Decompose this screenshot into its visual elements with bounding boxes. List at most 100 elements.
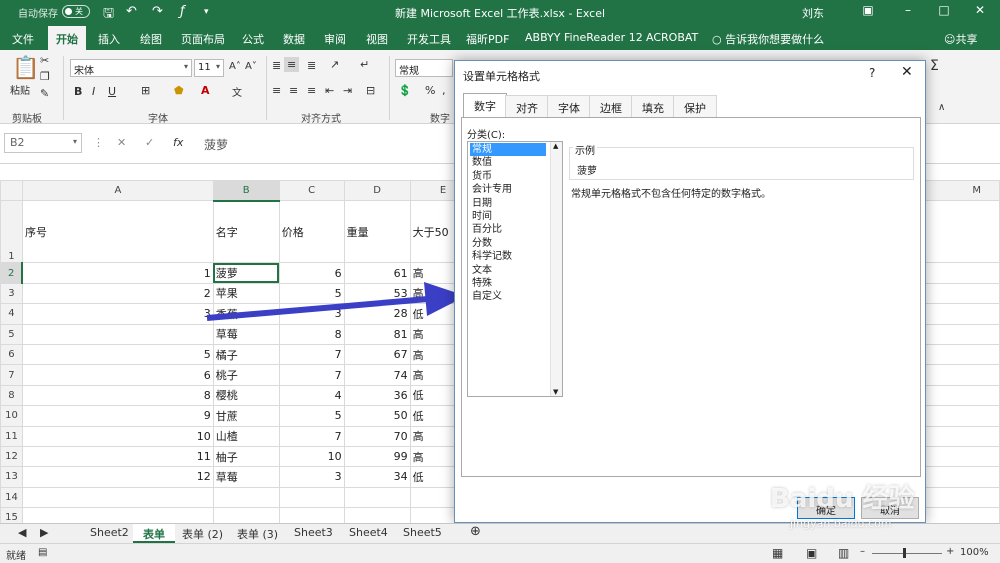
paste-icon[interactable]: 📋 [12, 56, 39, 81]
row-header[interactable]: 12 [0, 445, 23, 468]
cell-b[interactable]: 桃子 [212, 364, 280, 386]
cell-c[interactable]: 7 [278, 364, 345, 386]
sheet-tab[interactable]: Sheet2 [80, 524, 139, 543]
cell-b[interactable]: 橘子 [212, 343, 280, 366]
tab-page-layout[interactable]: 页面布局 [181, 31, 225, 47]
cell-d[interactable]: 53 [343, 282, 411, 305]
user-name[interactable]: 刘东 [802, 5, 824, 21]
cell-c[interactable]: 10 [278, 445, 345, 468]
category-item[interactable]: 日期 [470, 197, 494, 210]
cell-b[interactable]: 甘蔗 [212, 405, 280, 427]
add-sheet-icon[interactable]: ⊕ [466, 524, 485, 543]
cell-d[interactable]: 99 [343, 445, 411, 468]
cell-empty[interactable] [278, 507, 345, 523]
row-header[interactable]: 10 [0, 405, 23, 427]
sheet-tab[interactable]: Sheet5 [393, 524, 452, 543]
confirm-entry-icon[interactable]: ✓ [145, 136, 154, 149]
percent-icon[interactable]: % [425, 84, 435, 97]
zoom-level[interactable]: 100% [960, 547, 989, 558]
cell-empty[interactable] [343, 507, 411, 523]
name-box[interactable]: B2 ▾ [4, 133, 82, 153]
tab-developer[interactable]: 开发工具 [407, 31, 451, 47]
font-color-icon[interactable]: A [201, 84, 210, 97]
bold-icon[interactable]: B [74, 85, 82, 98]
paste-label[interactable]: 粘贴 [10, 82, 30, 97]
tab-alignment[interactable]: 对齐 [505, 95, 549, 117]
cell-b[interactable]: 柚子 [212, 445, 280, 468]
category-item[interactable]: 百分比 [470, 223, 504, 236]
row-header[interactable]: 15 [0, 507, 23, 523]
category-scrollbar[interactable]: ▲ ▼ [550, 142, 562, 396]
formula-content[interactable]: 菠萝 [204, 136, 228, 153]
category-item[interactable]: 时间 [470, 210, 494, 223]
category-item[interactable]: 货币 [470, 170, 494, 183]
cell-a[interactable]: 3 [21, 303, 214, 325]
tab-data[interactable]: 数据 [283, 31, 305, 47]
category-item[interactable]: 特殊 [470, 277, 494, 290]
cell-c[interactable]: 7 [278, 425, 345, 447]
zoom-out-icon[interactable]: – [860, 546, 865, 557]
col-header-d[interactable]: D [343, 180, 411, 202]
tab-view[interactable]: 视图 [366, 31, 388, 47]
scroll-up-icon[interactable]: ▲ [553, 142, 558, 150]
decrease-font-icon[interactable]: A˅ [245, 61, 257, 72]
row-header[interactable]: 3 [0, 282, 23, 305]
copy-icon[interactable]: ❐ [40, 70, 50, 83]
save-icon[interactable]: 🖫 [103, 4, 114, 26]
normal-view-icon[interactable]: ▦ [772, 546, 783, 560]
macro-record-icon[interactable]: ▤ [38, 547, 47, 558]
font-name-select[interactable]: 宋体 ▾ [70, 59, 192, 77]
cell-a[interactable]: 10 [21, 425, 214, 447]
indent-decrease-icon[interactable]: ⇤ [325, 84, 334, 97]
row-header[interactable]: 8 [0, 384, 23, 407]
tab-font[interactable]: 字体 [547, 95, 591, 117]
redo-icon[interactable]: ↷ [152, 4, 163, 19]
cell-d[interactable]: 34 [343, 466, 411, 488]
cell-c1[interactable]: 价格 [278, 200, 345, 264]
align-bottom-icon[interactable]: ≣ [307, 59, 316, 72]
row-header[interactable]: 13 [0, 466, 23, 488]
cell-b[interactable]: 草莓 [212, 466, 280, 488]
cell-a[interactable] [21, 323, 214, 345]
tab-protection[interactable]: 保护 [673, 95, 717, 117]
cell-empty[interactable] [21, 486, 214, 509]
col-header-b[interactable]: B [212, 180, 280, 202]
cell-c[interactable]: 6 [278, 262, 345, 284]
cell-d[interactable]: 81 [343, 323, 411, 345]
cell-a[interactable]: 9 [21, 405, 214, 427]
borders-icon[interactable]: ⊞ [141, 84, 150, 97]
sheet-tab[interactable]: 表单 (2) [172, 524, 233, 543]
cell-c[interactable]: 7 [278, 343, 345, 366]
zoom-slider[interactable] [872, 548, 942, 558]
merge-center-icon[interactable]: ⊟ [366, 84, 375, 97]
cell-d[interactable]: 61 [343, 262, 411, 284]
currency-icon[interactable]: 💲 [398, 84, 412, 97]
increase-font-icon[interactable]: A˄ [229, 61, 241, 72]
sheet-tab[interactable]: Sheet3 [284, 524, 343, 543]
cell-a[interactable]: 1 [21, 262, 214, 284]
sheet-tab[interactable]: 表单 [133, 524, 175, 543]
cell-c[interactable]: 5 [278, 282, 345, 305]
cell-a[interactable]: 8 [21, 384, 214, 407]
cell-b[interactable]: 菠萝 [212, 262, 280, 284]
align-center-icon[interactable]: ≡ [289, 84, 298, 97]
tab-abbyy[interactable]: ABBYY FineReader 12 [525, 31, 643, 44]
cell-empty[interactable] [212, 507, 280, 523]
cell-empty[interactable] [343, 486, 411, 509]
category-list[interactable]: ▲ ▼ 常规 数值 货币 会计专用 日期 时间 百分比 分数 科学记数 文本 特殊 自定义 [467, 141, 563, 397]
maximize-icon[interactable]: □ [934, 3, 954, 17]
row-header[interactable]: 11 [0, 425, 23, 447]
number-format-select[interactable]: 常规 [395, 59, 453, 77]
col-header-a[interactable]: A [21, 180, 214, 202]
fill-color-icon[interactable]: ⬟ [174, 84, 184, 97]
scroll-down-icon[interactable]: ▼ [553, 388, 558, 396]
cell-c[interactable]: 8 [278, 323, 345, 345]
tab-insert[interactable]: 插入 [98, 31, 120, 47]
sheet-tab[interactable]: 表单 (3) [227, 524, 288, 543]
cell-d[interactable]: 36 [343, 384, 411, 407]
tab-home[interactable]: 开始 [48, 26, 86, 53]
cell-c[interactable]: 3 [278, 466, 345, 488]
tab-formulas[interactable]: 公式 [242, 31, 264, 47]
row-header[interactable]: 14 [0, 486, 23, 509]
sheet-tab[interactable]: Sheet4 [339, 524, 398, 543]
